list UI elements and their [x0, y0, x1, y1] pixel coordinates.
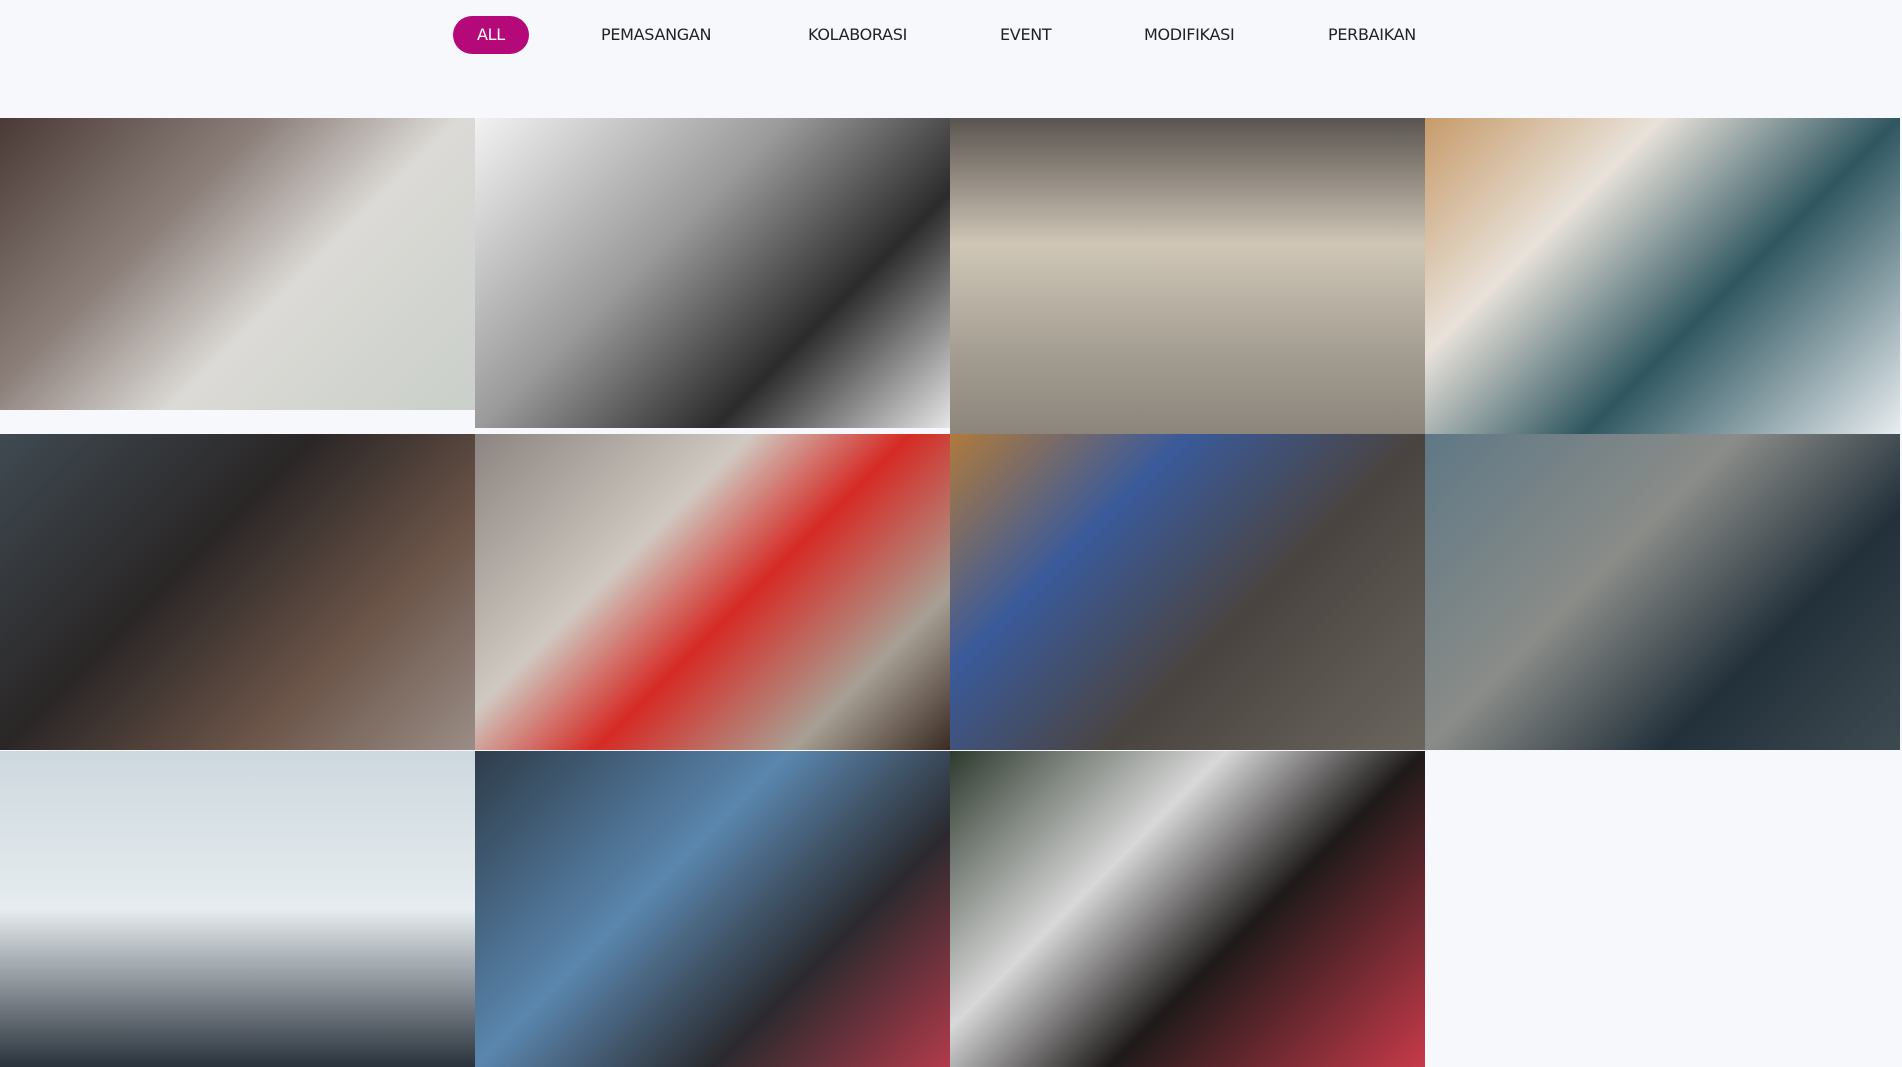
- gallery-image[interactable]: [475, 118, 950, 428]
- gallery-image[interactable]: [1425, 118, 1900, 434]
- filter-nav: ALL PEMASANGAN KOLABORASI EVENT MODIFIKA…: [0, 16, 1902, 54]
- filter-pemasangan[interactable]: PEMASANGAN: [601, 16, 712, 54]
- filter-modifikasi[interactable]: MODIFIKASI: [1144, 16, 1235, 54]
- gallery-image[interactable]: [950, 118, 1425, 434]
- filter-event[interactable]: EVENT: [1000, 16, 1052, 54]
- gallery-image[interactable]: [1425, 434, 1900, 750]
- filter-all[interactable]: ALL: [453, 16, 529, 54]
- gallery-image[interactable]: [950, 751, 1425, 1067]
- gallery-image[interactable]: [0, 434, 475, 750]
- gallery-image[interactable]: [950, 434, 1425, 750]
- gallery-image[interactable]: [0, 751, 475, 1067]
- filter-perbaikan[interactable]: PERBAIKAN: [1328, 16, 1416, 54]
- filter-kolaborasi[interactable]: KOLABORASI: [808, 16, 907, 54]
- gallery-image[interactable]: [475, 434, 950, 750]
- gallery-image[interactable]: [475, 751, 950, 1067]
- gallery-image[interactable]: [0, 118, 475, 410]
